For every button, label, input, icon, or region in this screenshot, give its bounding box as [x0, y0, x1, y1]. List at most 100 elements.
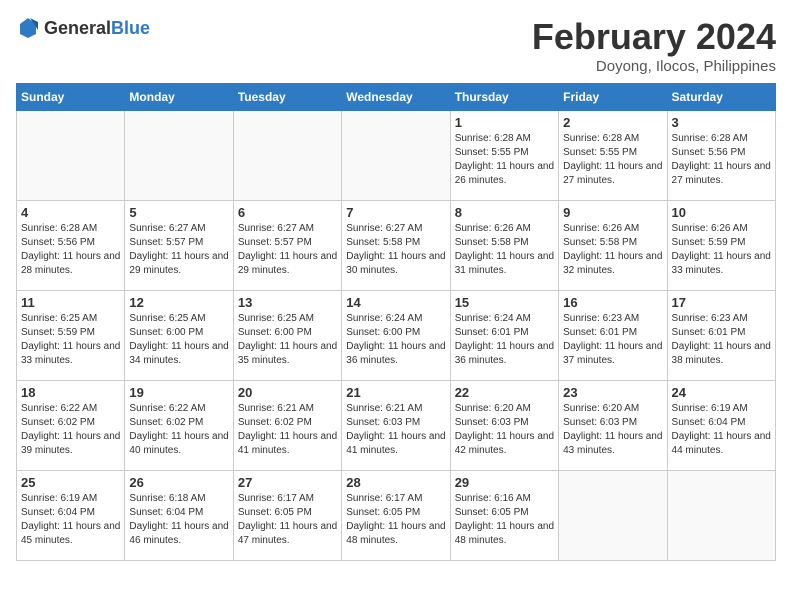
calendar-cell: 20Sunrise: 6:21 AM Sunset: 6:02 PM Dayli… — [233, 381, 341, 471]
calendar-cell — [342, 111, 450, 201]
day-number: 14 — [346, 295, 445, 310]
day-number: 6 — [238, 205, 337, 220]
calendar-cell: 24 Sunrise: 6:19 AM Sunset: 6:04 PM Dayli… — [667, 381, 775, 471]
calendar-cell: 13Sunrise: 6:25 AM Sunset: 6:00 PM Dayli… — [233, 291, 341, 381]
day-info: Sunrise: 6:19 AM Sunset: 6:04 PM Dayligh… — [672, 402, 771, 458]
day-info: Sunrise: 6:23 AM Sunset: 6:01 PM Dayligh… — [563, 312, 662, 368]
day-info: Sunrise: 6:26 AM Sunset: 5:59 PM Dayligh… — [672, 222, 771, 278]
day-info: Sunrise: 6:24 AM Sunset: 6:01 PM Dayligh… — [455, 312, 554, 368]
calendar-cell — [125, 111, 233, 201]
calendar-cell: 5 Sunrise: 6:27 AM Sunset: 5:57 PM Daylig… — [125, 201, 233, 291]
week-row-3: 18Sunrise: 6:22 AM Sunset: 6:02 PM Dayli… — [17, 381, 776, 471]
day-number: 10 — [672, 205, 771, 220]
day-number: 3 — [672, 115, 771, 130]
title-block: February 2024 Doyong, Ilocos, Philippine… — [532, 16, 776, 75]
calendar-cell: 16Sunrise: 6:23 AM Sunset: 6:01 PM Dayli… — [559, 291, 667, 381]
day-info: Sunrise: 6:17 AM Sunset: 6:05 PM Dayligh… — [238, 492, 337, 548]
calendar-cell: 17Sunrise: 6:23 AM Sunset: 6:01 PM Dayli… — [667, 291, 775, 381]
day-number: 23 — [563, 385, 662, 400]
calendar-cell: 27 Sunrise: 6:17 AM Sunset: 6:05 PM Dayli… — [233, 471, 341, 561]
calendar-cell: 15 Sunrise: 6:24 AM Sunset: 6:01 PM Dayli… — [450, 291, 558, 381]
week-row-1: 4 Sunrise: 6:28 AM Sunset: 5:56 PM Daylig… — [17, 201, 776, 291]
day-info: Sunrise: 6:27 AM Sunset: 5:57 PM Dayligh… — [129, 222, 228, 278]
weekday-header-monday: Monday — [125, 84, 233, 111]
week-row-4: 25 Sunrise: 6:19 AM Sunset: 6:04 PM Dayli… — [17, 471, 776, 561]
calendar-cell: 23 Sunrise: 6:20 AM Sunset: 6:03 PM Dayli… — [559, 381, 667, 471]
day-info: Sunrise: 6:16 AM Sunset: 6:05 PM Dayligh… — [455, 492, 554, 548]
calendar-cell: 6 Sunrise: 6:27 AM Sunset: 5:57 PM Daylig… — [233, 201, 341, 291]
calendar-subtitle: Doyong, Ilocos, Philippines — [532, 58, 776, 75]
day-number: 17 — [672, 295, 771, 310]
day-number: 5 — [129, 205, 228, 220]
weekday-header-tuesday: Tuesday — [233, 84, 341, 111]
day-info: Sunrise: 6:20 AM Sunset: 6:03 PM Dayligh… — [455, 402, 554, 458]
day-info: Sunrise: 6:22 AM Sunset: 6:02 PM Dayligh… — [21, 402, 120, 458]
calendar-cell: 22 Sunrise: 6:20 AM Sunset: 6:03 PM Dayli… — [450, 381, 558, 471]
weekday-header-row: SundayMondayTuesdayWednesdayThursdayFrid… — [17, 84, 776, 111]
calendar-cell: 10 Sunrise: 6:26 AM Sunset: 5:59 PM Dayli… — [667, 201, 775, 291]
day-info: Sunrise: 6:27 AM Sunset: 5:57 PM Dayligh… — [238, 222, 337, 278]
calendar-cell: 21 Sunrise: 6:21 AM Sunset: 6:03 PM Dayli… — [342, 381, 450, 471]
day-info: Sunrise: 6:27 AM Sunset: 5:58 PM Dayligh… — [346, 222, 445, 278]
page-header: GeneralBlue February 2024 Doyong, Ilocos… — [16, 16, 776, 75]
day-number: 22 — [455, 385, 554, 400]
calendar-cell: 11 Sunrise: 6:25 AM Sunset: 5:59 PM Dayli… — [17, 291, 125, 381]
day-number: 8 — [455, 205, 554, 220]
day-number: 24 — [672, 385, 771, 400]
day-info: Sunrise: 6:20 AM Sunset: 6:03 PM Dayligh… — [563, 402, 662, 458]
day-info: Sunrise: 6:28 AM Sunset: 5:56 PM Dayligh… — [672, 132, 771, 188]
calendar-cell: 2 Sunrise: 6:28 AM Sunset: 5:55 PM Daylig… — [559, 111, 667, 201]
weekday-header-friday: Friday — [559, 84, 667, 111]
day-number: 21 — [346, 385, 445, 400]
day-number: 27 — [238, 475, 337, 490]
day-number: 25 — [21, 475, 120, 490]
day-info: Sunrise: 6:28 AM Sunset: 5:56 PM Dayligh… — [21, 222, 120, 278]
day-number: 26 — [129, 475, 228, 490]
day-info: Sunrise: 6:26 AM Sunset: 5:58 PM Dayligh… — [563, 222, 662, 278]
day-number: 11 — [21, 295, 120, 310]
day-info: Sunrise: 6:26 AM Sunset: 5:58 PM Dayligh… — [455, 222, 554, 278]
day-info: Sunrise: 6:17 AM Sunset: 6:05 PM Dayligh… — [346, 492, 445, 548]
day-info: Sunrise: 6:28 AM Sunset: 5:55 PM Dayligh… — [563, 132, 662, 188]
calendar-cell: 14 Sunrise: 6:24 AM Sunset: 6:00 PM Dayli… — [342, 291, 450, 381]
day-info: Sunrise: 6:25 AM Sunset: 5:59 PM Dayligh… — [21, 312, 120, 368]
day-info: Sunrise: 6:21 AM Sunset: 6:02 PM Dayligh… — [238, 402, 337, 458]
day-number: 19 — [129, 385, 228, 400]
day-info: Sunrise: 6:25 AM Sunset: 6:00 PM Dayligh… — [238, 312, 337, 368]
day-info: Sunrise: 6:28 AM Sunset: 5:55 PM Dayligh… — [455, 132, 554, 188]
calendar-table: SundayMondayTuesdayWednesdayThursdayFrid… — [16, 83, 776, 561]
calendar-cell — [233, 111, 341, 201]
weekday-header-sunday: Sunday — [17, 84, 125, 111]
day-number: 12 — [129, 295, 228, 310]
week-row-2: 11 Sunrise: 6:25 AM Sunset: 5:59 PM Dayli… — [17, 291, 776, 381]
day-number: 9 — [563, 205, 662, 220]
calendar-cell: 4 Sunrise: 6:28 AM Sunset: 5:56 PM Daylig… — [17, 201, 125, 291]
week-row-0: 1 Sunrise: 6:28 AM Sunset: 5:55 PM Daylig… — [17, 111, 776, 201]
calendar-cell: 18Sunrise: 6:22 AM Sunset: 6:02 PM Dayli… — [17, 381, 125, 471]
calendar-cell: 8 Sunrise: 6:26 AM Sunset: 5:58 PM Daylig… — [450, 201, 558, 291]
day-info: Sunrise: 6:25 AM Sunset: 6:00 PM Dayligh… — [129, 312, 228, 368]
day-info: Sunrise: 6:19 AM Sunset: 6:04 PM Dayligh… — [21, 492, 120, 548]
day-info: Sunrise: 6:21 AM Sunset: 6:03 PM Dayligh… — [346, 402, 445, 458]
day-number: 7 — [346, 205, 445, 220]
logo-general-text: General — [44, 18, 111, 38]
day-number: 4 — [21, 205, 120, 220]
calendar-cell — [17, 111, 125, 201]
day-number: 15 — [455, 295, 554, 310]
calendar-cell: 25 Sunrise: 6:19 AM Sunset: 6:04 PM Dayli… — [17, 471, 125, 561]
calendar-cell: 26 Sunrise: 6:18 AM Sunset: 6:04 PM Dayli… — [125, 471, 233, 561]
calendar-cell — [559, 471, 667, 561]
logo: GeneralBlue — [16, 16, 150, 40]
logo-icon — [16, 16, 40, 40]
calendar-cell: 3 Sunrise: 6:28 AM Sunset: 5:56 PM Daylig… — [667, 111, 775, 201]
calendar-title: February 2024 — [532, 16, 776, 58]
calendar-cell — [667, 471, 775, 561]
day-info: Sunrise: 6:18 AM Sunset: 6:04 PM Dayligh… — [129, 492, 228, 548]
day-number: 2 — [563, 115, 662, 130]
calendar-cell: 28 Sunrise: 6:17 AM Sunset: 6:05 PM Dayli… — [342, 471, 450, 561]
day-number: 28 — [346, 475, 445, 490]
weekday-header-wednesday: Wednesday — [342, 84, 450, 111]
day-info: Sunrise: 6:24 AM Sunset: 6:00 PM Dayligh… — [346, 312, 445, 368]
day-number: 1 — [455, 115, 554, 130]
calendar-cell: 19Sunrise: 6:22 AM Sunset: 6:02 PM Dayli… — [125, 381, 233, 471]
